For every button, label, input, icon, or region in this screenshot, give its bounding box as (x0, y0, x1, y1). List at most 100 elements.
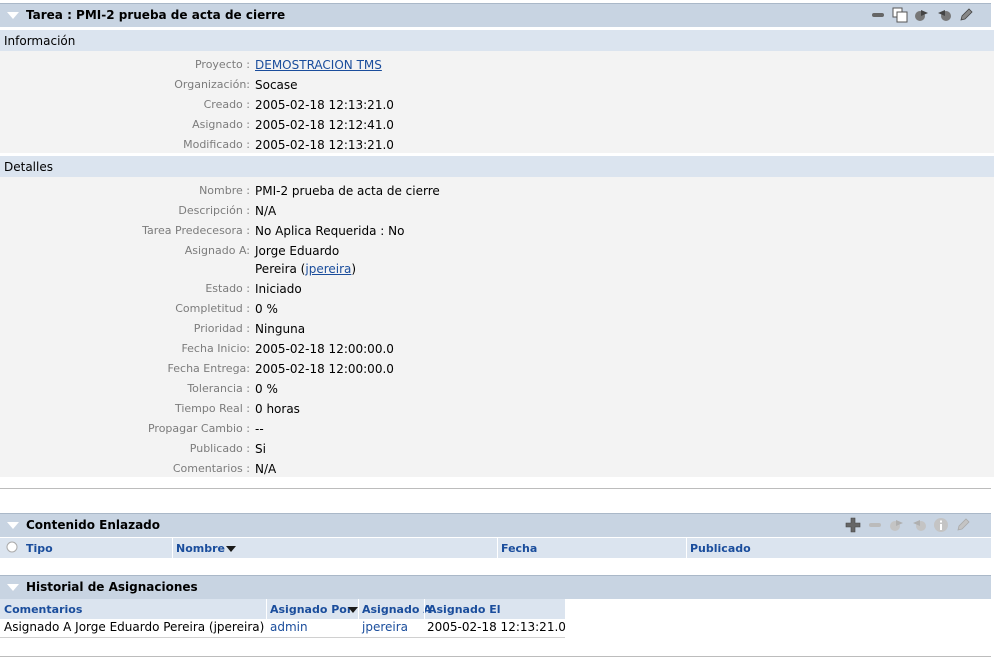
field-value: Socase (255, 78, 298, 92)
forward-icon[interactable] (914, 7, 930, 23)
field-label: Organización: (174, 78, 250, 91)
task-panel-title: Tarea : PMI-2 prueba de acta de cierre (26, 8, 286, 22)
field-label: Fecha Inicio: (181, 342, 250, 355)
field-fecha-inicio: Fecha Inicio: 2005-02-18 12:00:00.0 (0, 339, 994, 359)
column-asignado-el[interactable]: Asignado El (428, 603, 501, 616)
field-comentarios: Comentarios : N/A (0, 459, 994, 479)
assigned-date: 2005-02-18 12:13:21.0 (427, 620, 566, 634)
column-nombre[interactable]: Nombre (176, 542, 225, 555)
column-fecha[interactable]: Fecha (501, 542, 537, 555)
details-rows: Nombre : PMI-2 prueba de acta de cierre … (0, 177, 994, 477)
field-label: Fecha Entrega: (167, 362, 250, 375)
assigned-by-link[interactable]: admin (270, 620, 308, 634)
field-value: 0 horas (255, 402, 300, 416)
table-row: Asignado A Jorge Eduardo Pereira (jperei… (0, 619, 566, 638)
minimize-icon[interactable] (870, 7, 886, 23)
field-value: No Aplica Requerida : No (255, 224, 405, 238)
field-value: 0 % (255, 382, 278, 396)
field-propagar-cambio: Propagar Cambio : -- (0, 419, 994, 439)
column-separator (497, 538, 498, 558)
field-label: Tolerancia : (187, 382, 250, 395)
field-organizacion: Organización: Socase (0, 75, 994, 95)
linked-content-column-header: Tipo Nombre Fecha Publicado (0, 538, 991, 558)
history-title: Historial de Asignaciones (26, 580, 198, 594)
column-asignado-a[interactable]: Asignado A (362, 603, 432, 616)
field-value: Si (255, 442, 266, 456)
field-label: Descripción : (178, 204, 250, 217)
assignee-user-link[interactable]: jpereira (305, 262, 351, 276)
task-panel-header: Tarea : PMI-2 prueba de acta de cierre (0, 3, 991, 27)
add-icon[interactable] (845, 517, 861, 533)
column-separator (358, 599, 359, 619)
field-predecesora: Tarea Predecesora : No Aplica Requerida … (0, 221, 994, 241)
field-label: Publicado : (189, 442, 250, 455)
field-label: Completitud : (175, 302, 250, 315)
field-value: Iniciado (255, 282, 302, 296)
assignee-close-paren: ) (351, 262, 357, 276)
field-label: Tarea Predecesora : (142, 224, 250, 237)
field-label: Propagar Cambio : (147, 422, 250, 435)
edit-icon[interactable] (955, 517, 971, 533)
back-icon[interactable] (936, 7, 952, 23)
edit-icon[interactable] (958, 7, 974, 23)
field-modificado: Modificado : 2005-02-18 12:13:21.0 (0, 135, 994, 155)
divider (0, 488, 991, 489)
field-fecha-entrega: Fecha Entrega: 2005-02-18 12:00:00.0 (0, 359, 994, 379)
assignee-first-line: Jorge Eduardo (255, 244, 340, 258)
field-value: N/A (255, 462, 277, 476)
linked-content-header: Contenido Enlazado (0, 513, 991, 537)
field-asignado-a: Asignado A: Jorge Eduardo Pereira (jpere… (0, 241, 994, 279)
field-prioridad: Prioridad : Ninguna (0, 319, 994, 339)
field-estado: Estado : Iniciado (0, 279, 994, 299)
sort-desc-icon[interactable] (348, 607, 358, 613)
field-value: -- (255, 422, 264, 436)
info-section-header: Información (0, 30, 994, 51)
field-value: 2005-02-18 12:13:21.0 (255, 98, 394, 112)
field-value: 2005-02-18 12:13:21.0 (255, 138, 394, 152)
field-creado: Creado : 2005-02-18 12:13:21.0 (0, 95, 994, 115)
field-tolerancia: Tolerancia : 0 % (0, 379, 994, 399)
select-all-checkbox[interactable] (6, 541, 18, 556)
column-separator (172, 538, 173, 558)
field-nombre: Nombre : PMI-2 prueba de acta de cierre (0, 181, 994, 201)
divider (0, 656, 991, 657)
info-icon[interactable] (933, 517, 949, 533)
collapse-triangle-icon[interactable] (7, 584, 19, 591)
assignee-surname: Pereira ( (255, 262, 306, 276)
field-tiempo-real: Tiempo Real : 0 horas (0, 399, 994, 419)
column-asignado-por[interactable]: Asignado Por (270, 603, 352, 616)
forward-icon[interactable] (889, 517, 905, 533)
field-asignado: Asignado : 2005-02-18 12:12:41.0 (0, 115, 994, 135)
sort-desc-icon[interactable] (226, 546, 236, 552)
restore-icon[interactable] (892, 7, 908, 23)
column-separator (266, 599, 267, 619)
linked-content-title: Contenido Enlazado (26, 518, 161, 532)
field-label: Proyecto : (194, 58, 250, 71)
field-label: Estado : (205, 282, 250, 295)
assignee-second-line: Pereira (jpereira) (255, 262, 356, 276)
info-section-title: Información (4, 34, 76, 48)
field-value: 2005-02-18 12:00:00.0 (255, 342, 394, 356)
field-label: Prioridad : (193, 322, 250, 335)
field-value: 0 % (255, 302, 278, 316)
field-descripcion: Descripción : N/A (0, 201, 994, 221)
project-link[interactable]: DEMOSTRACION TMS (255, 58, 382, 72)
task-panel-toolbar (870, 7, 974, 23)
history-column-header: Comentarios Asignado Por Asignado A Asig… (0, 599, 565, 619)
field-completitud: Completitud : 0 % (0, 299, 994, 319)
collapse-triangle-icon[interactable] (7, 522, 19, 529)
details-section-header: Detalles (0, 156, 994, 177)
column-comentarios[interactable]: Comentarios (4, 603, 82, 616)
column-tipo[interactable]: Tipo (26, 542, 53, 555)
collapse-triangle-icon[interactable] (7, 12, 19, 19)
field-label: Modificado : (183, 138, 250, 151)
field-label: Nombre : (199, 184, 250, 197)
remove-icon[interactable] (867, 517, 883, 533)
field-value: N/A (255, 204, 277, 218)
history-comment: Asignado A Jorge Eduardo Pereira (jperei… (4, 620, 265, 634)
column-publicado[interactable]: Publicado (690, 542, 751, 555)
field-label: Creado : (203, 98, 250, 111)
field-value: Ninguna (255, 322, 306, 336)
assigned-to-link[interactable]: jpereira (362, 620, 408, 634)
back-icon[interactable] (911, 517, 927, 533)
